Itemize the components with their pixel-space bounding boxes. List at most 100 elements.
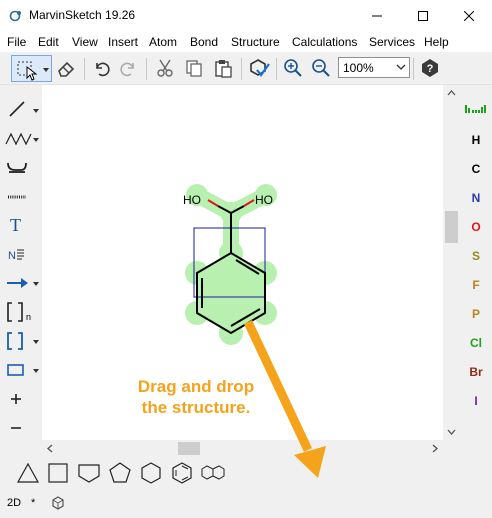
marvin-app-icon: [9, 10, 21, 22]
atom-symbol: I: [474, 394, 478, 408]
atom-button-cl[interactable]: Cl: [460, 336, 492, 350]
menu-structure[interactable]: Structure: [231, 35, 280, 49]
menu-view[interactable]: View: [72, 35, 98, 49]
minimize-button[interactable]: [354, 0, 400, 31]
atom-button-s[interactable]: S: [460, 249, 492, 263]
paste-icon: [215, 60, 232, 78]
zoom-select[interactable]: 100%: [338, 57, 410, 78]
bracket-repeat-label: n: [26, 312, 32, 322]
rectangle-icon: [7, 364, 39, 376]
menu-help[interactable]: Help: [424, 35, 449, 49]
triangle-icon[interactable]: [16, 461, 40, 485]
close-icon: [464, 10, 474, 21]
atom-button-i[interactable]: I: [460, 394, 492, 408]
atom-button-c[interactable]: C: [460, 162, 492, 176]
zoom-in-icon: [284, 59, 302, 77]
atom-button-n[interactable]: N: [460, 191, 492, 205]
cut-icon: [157, 59, 173, 77]
help-button[interactable]: ?: [418, 56, 442, 80]
pentagon-icon[interactable]: [108, 461, 132, 485]
hint-line-1: Drag and drop: [137, 377, 255, 396]
3d-mode-icon[interactable]: [51, 496, 65, 510]
atom-symbol: C: [471, 162, 481, 176]
undo-button[interactable]: [89, 56, 113, 80]
zoom-value: 100%: [343, 61, 374, 75]
curved-bond-tool[interactable]: [4, 155, 40, 179]
single-bond-tool[interactable]: [4, 98, 40, 122]
horizontal-scroll-thumb[interactable]: [178, 442, 200, 455]
square-icon[interactable]: [46, 461, 70, 485]
curved-bond-icon: [7, 162, 27, 173]
menu-calculations[interactable]: Calculations: [292, 35, 357, 49]
scroll-left-icon[interactable]: [46, 444, 55, 453]
atom-list-icon: N: [8, 249, 24, 262]
close-button[interactable]: [446, 0, 492, 31]
atom-button-br[interactable]: Br: [460, 365, 492, 379]
redo-button[interactable]: [117, 56, 141, 80]
menu-edit[interactable]: Edit: [38, 35, 59, 49]
paste-button[interactable]: [211, 56, 235, 80]
vertical-scrollbar[interactable]: [443, 85, 460, 440]
chain-tool[interactable]: [4, 127, 40, 151]
vertical-scroll-thumb[interactable]: [445, 211, 458, 243]
dimension-mode: 2D: [7, 497, 22, 509]
menu-services[interactable]: Services: [369, 35, 415, 49]
eraser-button[interactable]: [54, 56, 78, 80]
atom-symbol: P: [471, 307, 480, 321]
drag-drop-hint: Drag and drop the structure.: [116, 376, 276, 418]
reaction-arrow-tool[interactable]: [4, 271, 40, 295]
zoom-out-button[interactable]: [309, 56, 333, 80]
atom-button-h[interactable]: H: [460, 133, 492, 147]
atom-button-p[interactable]: P: [460, 307, 492, 321]
atom-symbol: S: [471, 249, 480, 263]
increase-charge-tool[interactable]: [4, 387, 40, 411]
benzene-icon[interactable]: [170, 461, 194, 485]
clean-structure-button[interactable]: [247, 56, 271, 80]
hint-line-2: the structure.: [141, 398, 251, 417]
maximize-button[interactable]: [400, 0, 446, 31]
cut-button[interactable]: [153, 56, 177, 80]
atom-list-tool[interactable]: N: [4, 242, 40, 266]
sgroup-bracket-tool[interactable]: n: [4, 300, 40, 324]
structure-highlight: [185, 184, 277, 345]
copy-button[interactable]: [182, 56, 206, 80]
chain-icon: [5, 132, 39, 146]
svg-text:N: N: [8, 250, 16, 262]
title-bar: MarvinSketch 19.26: [0, 0, 492, 31]
scroll-up-icon[interactable]: [447, 89, 456, 98]
menu-atom[interactable]: Atom: [149, 35, 177, 49]
naphthalene-icon[interactable]: [200, 461, 228, 485]
dashed-bond-tool[interactable]: [4, 184, 40, 208]
help-icon: ?: [422, 59, 438, 77]
text-tool[interactable]: T: [4, 213, 40, 237]
atom-button-f[interactable]: F: [460, 278, 492, 292]
menu-bond[interactable]: Bond: [190, 35, 218, 49]
scroll-down-icon[interactable]: [447, 427, 456, 436]
periodic-table-icon[interactable]: [465, 103, 487, 115]
atom-toolbar: H C N O S F P Cl Br I: [460, 85, 492, 455]
toolbar-divider: [413, 58, 414, 80]
menu-insert[interactable]: Insert: [108, 35, 138, 49]
select-tool-button[interactable]: [11, 55, 52, 82]
template-toolbar: [0, 457, 492, 489]
hexagon-icon[interactable]: [139, 461, 163, 485]
window-title: MarvinSketch 19.26: [29, 8, 136, 22]
sgroup-bracket-icon: [7, 302, 23, 322]
maximize-icon: [418, 10, 428, 21]
left-toolbar: T N n: [0, 85, 42, 455]
atom-button-o[interactable]: O: [460, 220, 492, 234]
bracket-icon: [7, 332, 39, 350]
horizontal-scrollbar[interactable]: [42, 440, 443, 457]
rectangle-tool[interactable]: [4, 358, 40, 382]
zoom-in-button[interactable]: [281, 56, 305, 80]
menu-bar: File Edit View Insert Atom Bond Structur…: [0, 31, 492, 52]
bracket-tool[interactable]: [4, 329, 40, 353]
menu-file[interactable]: File: [7, 35, 26, 49]
pentagon-flat-icon[interactable]: [77, 461, 101, 485]
scroll-right-icon[interactable]: [430, 444, 439, 453]
clean-structure-icon: [250, 59, 270, 77]
main-toolbar: ?: [0, 52, 492, 85]
decrease-charge-tool[interactable]: [4, 416, 40, 440]
hydroxyl-label-right: HO: [255, 193, 273, 207]
chevron-down-icon: [396, 64, 406, 70]
